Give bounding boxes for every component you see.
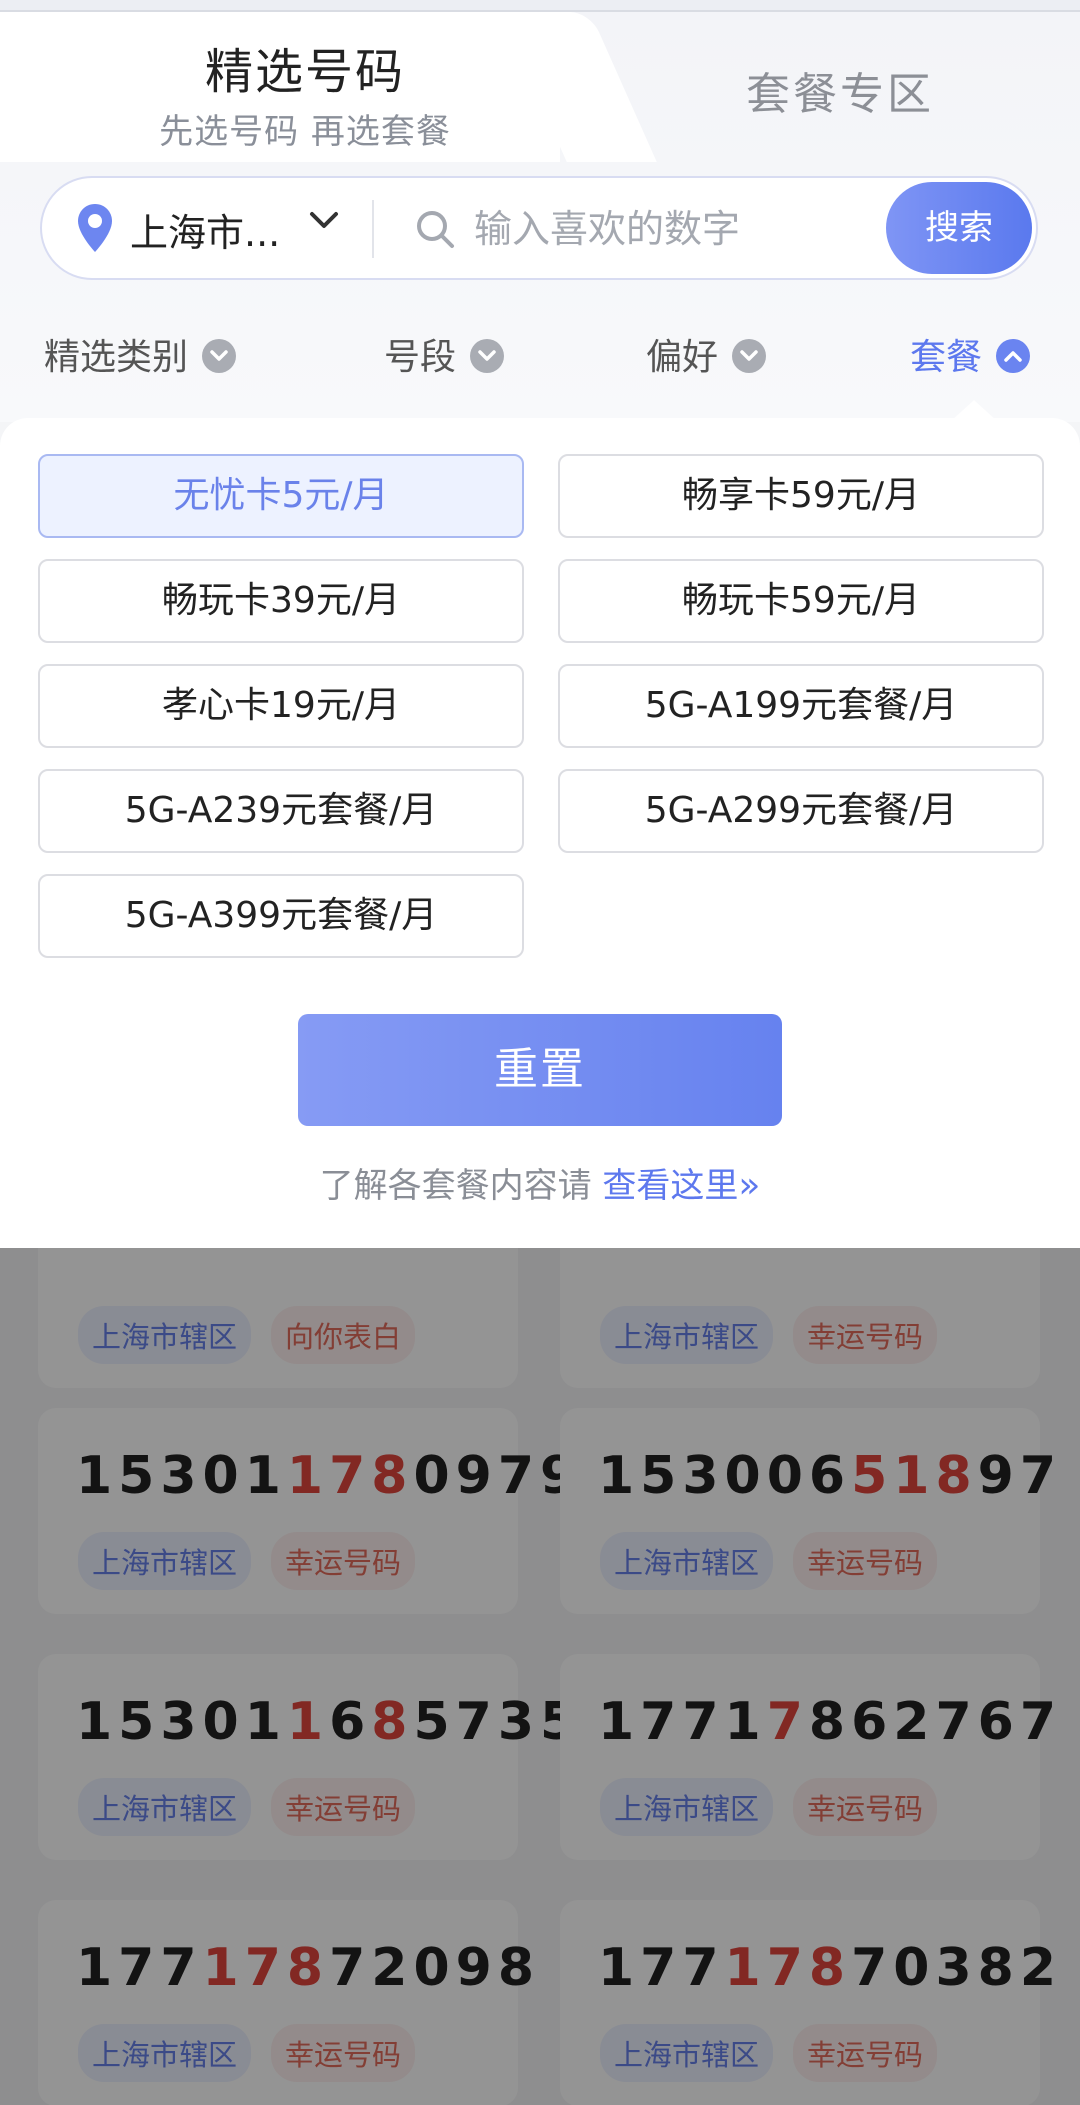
filter-preference[interactable]: 偏好 <box>646 330 767 386</box>
filter-bar: 精选类别 号段 偏好 套餐 <box>0 330 1080 390</box>
chevron-down-icon <box>732 339 767 373</box>
package-option[interactable]: 无忧卡5元/月 <box>38 454 524 538</box>
package-option[interactable]: 5G-A239元套餐/月 <box>38 769 524 853</box>
filter-category[interactable]: 精选类别 <box>44 330 237 386</box>
filter-segment[interactable]: 号段 <box>384 330 505 386</box>
package-option[interactable]: 畅享卡59元/月 <box>558 454 1044 538</box>
chevron-up-icon <box>996 339 1031 373</box>
package-option[interactable]: 畅玩卡59元/月 <box>558 559 1044 643</box>
filter-label: 偏好 <box>646 337 719 378</box>
view-here-link[interactable]: 查看这里 <box>602 1166 738 1206</box>
chevron-down-icon <box>470 339 505 373</box>
tab-subtitle: 先选号码 再选套餐 <box>159 112 451 152</box>
city-selector[interactable]: 上海市... <box>130 202 280 257</box>
tab-title[interactable]: 精选号码 <box>0 32 610 102</box>
package-option[interactable]: 孝心卡19元/月 <box>38 664 524 748</box>
double-chevron-right-icon[interactable]: » <box>738 1165 760 1206</box>
package-option[interactable]: 5G-A299元套餐/月 <box>558 769 1044 853</box>
reset-button[interactable]: 重置 <box>298 1014 782 1126</box>
search-icon <box>417 211 454 248</box>
package-option[interactable]: 5G-A199元套餐/月 <box>558 664 1044 748</box>
divider <box>372 200 374 258</box>
tip-text: 了解各套餐内容请 <box>319 1166 592 1206</box>
search-button[interactable]: 搜索 <box>886 182 1032 274</box>
filter-label: 套餐 <box>910 337 983 378</box>
filter-label: 精选类别 <box>44 337 189 378</box>
chevron-down-icon <box>202 339 237 373</box>
top-edge <box>0 0 1080 12</box>
filter-label: 号段 <box>384 337 457 378</box>
location-pin-icon <box>78 204 112 252</box>
search-input[interactable] <box>472 198 916 260</box>
search-bar: 上海市... 搜索 <box>40 176 1038 280</box>
filter-package[interactable]: 套餐 <box>910 330 1031 386</box>
tab-packages[interactable]: 套餐专区 <box>650 58 1030 122</box>
package-info-tip: 了解各套餐内容请 查看这里» <box>0 1158 1080 1207</box>
dropdown-pointer <box>952 400 996 420</box>
chevron-down-icon[interactable] <box>304 200 344 240</box>
package-option[interactable]: 5G-A399元套餐/月 <box>38 874 524 958</box>
package-option[interactable]: 畅玩卡39元/月 <box>38 559 524 643</box>
modal-backdrop[interactable] <box>0 1248 1080 2105</box>
